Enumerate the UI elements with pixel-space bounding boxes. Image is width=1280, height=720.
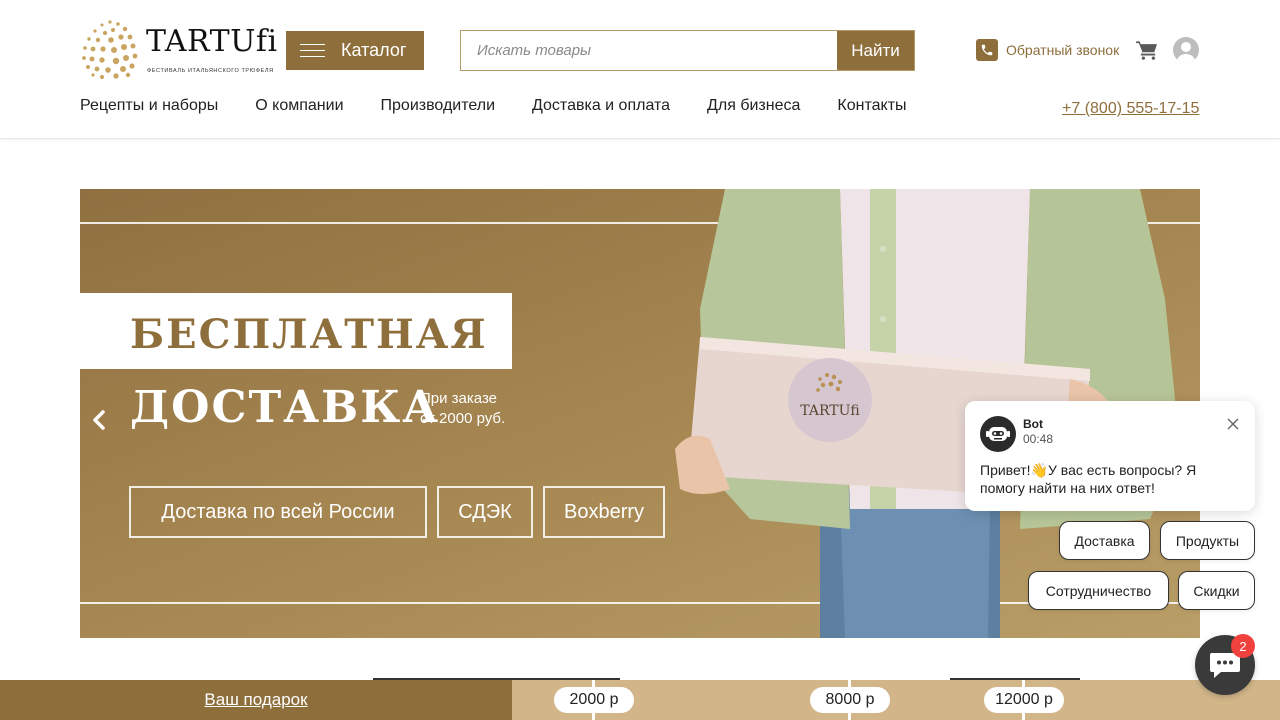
logo-wordmark: TARTUfi bbox=[146, 24, 278, 59]
menu-icon bbox=[300, 44, 325, 57]
banner-tag-russia: Доставка по всей России bbox=[129, 486, 427, 538]
catalog-label: Каталог bbox=[341, 40, 407, 60]
quick-reply-partnership[interactable]: Сотрудничество bbox=[1028, 571, 1169, 610]
nav-recipes[interactable]: Рецепты и наборы bbox=[80, 97, 218, 115]
bot-name: Bot bbox=[1023, 417, 1043, 431]
unread-badge: 2 bbox=[1231, 634, 1255, 658]
gift-step-label: 8000 р bbox=[810, 687, 890, 713]
main-nav: Рецепты и наборы О компании Производител… bbox=[80, 97, 944, 115]
banner-tag-cdek: СДЭК bbox=[437, 486, 533, 538]
gift-progress-bar: Ваш подарок bbox=[0, 680, 1280, 720]
search-bar: Найти bbox=[460, 30, 915, 71]
bot-avatar bbox=[980, 416, 1016, 452]
logo-tagline: ФЕСТИВАЛЬ ИТАЛЬЯНСКОГО ТРЮФЕЛЯ bbox=[147, 68, 274, 74]
user-icon[interactable] bbox=[1173, 37, 1199, 63]
gift-step-label: 12000 р bbox=[984, 687, 1064, 713]
site-header: TARTUfi ФЕСТИВАЛЬ ИТАЛЬЯНСКОГО ТРЮФЕЛЯ К… bbox=[0, 0, 1280, 139]
gift-link[interactable]: Ваш подарок bbox=[204, 690, 307, 710]
catalog-button[interactable]: Каталог bbox=[286, 31, 424, 70]
site-logo[interactable]: TARTUfi ФЕСТИВАЛЬ ИТАЛЬЯНСКОГО ТРЮФЕЛЯ bbox=[80, 18, 277, 82]
gift-step-label: 2000 р bbox=[554, 687, 634, 713]
bot-timestamp: 00:48 bbox=[1023, 432, 1054, 446]
chat-message-card: Bot 00:48 Привет!👋У вас есть вопросы? Я … bbox=[965, 401, 1255, 511]
quick-reply-delivery[interactable]: Доставка bbox=[1059, 521, 1150, 560]
banner-headline-bottom: ДОСТАВКА bbox=[130, 382, 441, 433]
cart-icon[interactable] bbox=[1136, 40, 1158, 60]
banner-headline-top: БЕСПЛАТНАЯ bbox=[130, 311, 488, 358]
banner-note: При заказе от 2000 руб. bbox=[420, 389, 505, 429]
bot-message: Привет!👋У вас есть вопросы? Я помогу най… bbox=[980, 462, 1197, 496]
nav-contacts[interactable]: Контакты bbox=[837, 97, 906, 115]
banner-note-line: от 2000 руб. bbox=[420, 410, 506, 427]
nav-delivery[interactable]: Доставка и оплата bbox=[532, 97, 670, 115]
banner-note-line: При заказе bbox=[420, 390, 498, 407]
nav-producers[interactable]: Производители bbox=[381, 97, 496, 115]
close-icon[interactable] bbox=[1226, 417, 1240, 431]
chevron-left-icon[interactable] bbox=[90, 409, 108, 431]
callback-label: Обратный звонок bbox=[1006, 42, 1120, 58]
search-button[interactable]: Найти bbox=[837, 31, 914, 70]
box-logo-text: TARTUfi bbox=[800, 403, 860, 419]
quick-reply-products[interactable]: Продукты bbox=[1160, 521, 1255, 560]
phone-icon bbox=[976, 39, 998, 61]
search-input[interactable] bbox=[461, 31, 837, 70]
gift-progress-fill: Ваш подарок bbox=[0, 680, 512, 720]
banner-tag-boxberry: Boxberry bbox=[543, 486, 665, 538]
phone-link[interactable]: +7 (800) 555-17-15 bbox=[1062, 100, 1199, 118]
quick-reply-discounts[interactable]: Скидки bbox=[1178, 571, 1255, 610]
logo-mark-icon bbox=[82, 20, 138, 80]
callback-link[interactable]: Обратный звонок bbox=[976, 39, 1119, 61]
nav-about[interactable]: О компании bbox=[255, 97, 343, 115]
nav-business[interactable]: Для бизнеса bbox=[707, 97, 800, 115]
